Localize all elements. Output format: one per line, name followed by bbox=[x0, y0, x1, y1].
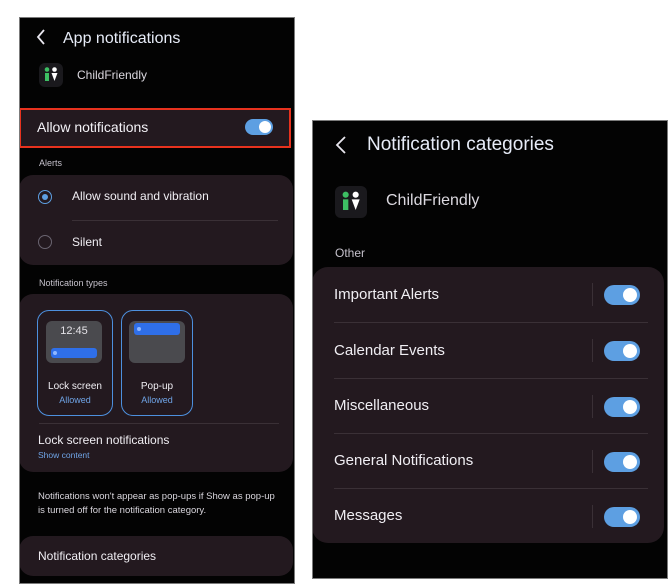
category-toggle[interactable] bbox=[604, 397, 640, 417]
notification-categories-label: Notification categories bbox=[38, 549, 157, 563]
separator bbox=[592, 395, 593, 418]
toggle-knob bbox=[623, 400, 637, 414]
separator bbox=[592, 450, 593, 473]
alerts-card: Allow sound and vibration Silent bbox=[19, 175, 293, 265]
category-label: Miscellaneous bbox=[334, 397, 430, 414]
category-toggle[interactable] bbox=[604, 452, 640, 472]
category-row-calendar-events[interactable]: Calendar Events bbox=[312, 323, 664, 378]
radio-option-silent[interactable]: Silent bbox=[19, 221, 293, 265]
radio-option-sound-vibration[interactable]: Allow sound and vibration bbox=[19, 175, 293, 217]
category-row-miscellaneous[interactable]: Miscellaneous bbox=[312, 379, 664, 434]
preview-notification-bar bbox=[51, 348, 97, 358]
childfriendly-app-icon bbox=[335, 186, 367, 218]
lock-screen-type-label: Lock screen bbox=[48, 381, 102, 392]
toggle-knob bbox=[259, 121, 271, 133]
toggle-knob bbox=[623, 344, 637, 358]
lock-screen-notifications-value: Show content bbox=[38, 450, 90, 460]
notification-categories-link[interactable]: Notification categories bbox=[19, 536, 293, 576]
category-row-general-notifications[interactable]: General Notifications bbox=[312, 434, 664, 489]
page-title: Notification categories bbox=[367, 134, 554, 155]
back-chevron-icon[interactable] bbox=[334, 134, 348, 160]
childfriendly-app-icon bbox=[39, 63, 63, 87]
radio-unselected-icon bbox=[38, 235, 52, 249]
category-label: Important Alerts bbox=[334, 286, 440, 303]
radio-label: Allow sound and vibration bbox=[72, 189, 209, 203]
notification-types-card: 12:45 Lock screen Allowed Pop-up Allowed… bbox=[19, 294, 293, 472]
popup-preview bbox=[129, 321, 185, 363]
separator bbox=[592, 339, 593, 362]
toggle-knob bbox=[623, 510, 637, 524]
category-toggle[interactable] bbox=[604, 341, 640, 361]
category-toggle[interactable] bbox=[604, 507, 640, 527]
app-notifications-screen: App notifications ChildFriendly Allow no… bbox=[19, 17, 295, 584]
preview-notification-bar bbox=[134, 323, 180, 335]
category-row-messages[interactable]: Messages bbox=[312, 489, 664, 543]
popup-type-label: Pop-up bbox=[140, 381, 174, 392]
category-row-important-alerts[interactable]: Important Alerts bbox=[312, 267, 664, 322]
separator bbox=[592, 505, 593, 528]
lock-screen-type-status: Allowed bbox=[59, 395, 91, 405]
allow-notifications-label: Allow notifications bbox=[37, 119, 149, 135]
notification-categories-screen: Notification categories ChildFriendly Ot… bbox=[312, 120, 668, 579]
allow-notifications-row[interactable]: Allow notifications bbox=[19, 108, 291, 148]
page-title: App notifications bbox=[63, 30, 181, 47]
toggle-knob bbox=[623, 455, 637, 469]
categories-card: Important Alerts Calendar Events Miscell… bbox=[312, 267, 664, 543]
toggle-knob bbox=[623, 288, 637, 302]
category-label: Messages bbox=[334, 507, 403, 524]
back-chevron-icon[interactable] bbox=[35, 28, 47, 50]
radio-selected-icon bbox=[38, 190, 52, 204]
radio-label: Silent bbox=[72, 235, 103, 249]
lock-screen-type-tile[interactable]: 12:45 Lock screen Allowed bbox=[37, 310, 113, 416]
allow-notifications-toggle[interactable] bbox=[245, 119, 273, 135]
info-text: Notifications won't appear as pop-ups if… bbox=[38, 491, 275, 516]
lock-screen-preview: 12:45 bbox=[46, 321, 102, 363]
separator bbox=[592, 283, 593, 306]
preview-time: 12:45 bbox=[60, 325, 88, 337]
popup-type-status: Allowed bbox=[141, 395, 173, 405]
lock-screen-notifications-row[interactable]: Lock screen notifications Show content bbox=[19, 424, 293, 470]
app-name: ChildFriendly bbox=[386, 192, 480, 209]
category-label: General Notifications bbox=[334, 452, 474, 469]
category-toggle[interactable] bbox=[604, 285, 640, 305]
category-label: Calendar Events bbox=[334, 342, 445, 359]
notification-types-section-label: Notification types bbox=[39, 278, 108, 288]
app-name: ChildFriendly bbox=[77, 68, 148, 82]
popup-type-tile[interactable]: Pop-up Allowed bbox=[121, 310, 193, 416]
alerts-section-label: Alerts bbox=[39, 158, 63, 168]
other-section-label: Other bbox=[335, 246, 366, 260]
lock-screen-notifications-label: Lock screen notifications bbox=[38, 433, 170, 447]
